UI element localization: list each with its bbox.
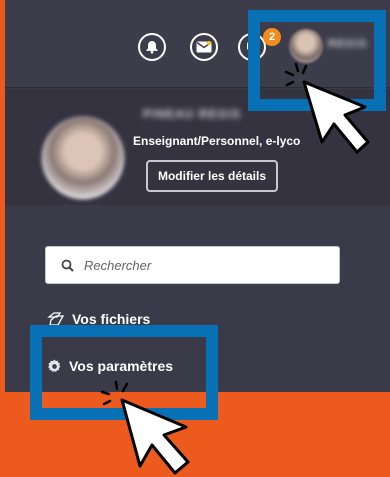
edit-details-button[interactable]: Modifier les détails (146, 160, 278, 192)
search-box[interactable] (45, 246, 340, 284)
profile-name: PINEAU REGIS (143, 107, 242, 121)
search-input[interactable] (84, 257, 324, 273)
profile-avatar (40, 115, 126, 201)
mail-icon[interactable] (190, 33, 218, 61)
profile-role: Enseignant/Personnel, e-lyco (133, 134, 301, 148)
cursor-pointer-icon (100, 380, 190, 475)
cursor-pointer-icon (284, 62, 370, 154)
bell-icon[interactable] (138, 33, 166, 61)
search-icon (61, 259, 74, 272)
